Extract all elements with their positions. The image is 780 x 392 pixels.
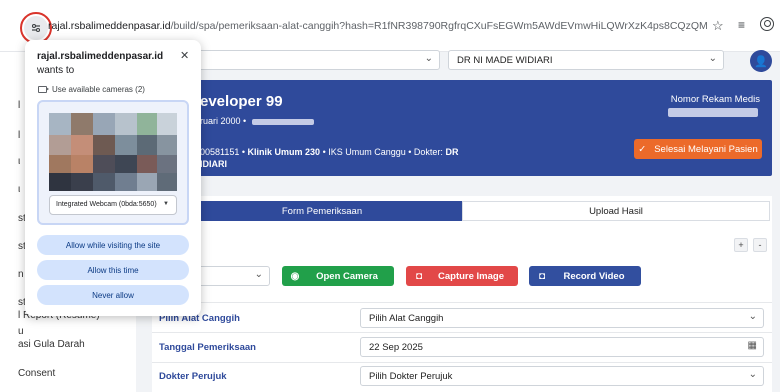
redacted-text [252,118,315,125]
camera-device-value: Integrated Webcam (0bda:5650) [56,201,157,208]
sidebar-item[interactable]: u [18,326,24,337]
zoom-out-button[interactable]: - [753,238,767,252]
field-label-tanggal: Tanggal Pemeriksaan [159,342,256,353]
chevron-down-icon: ⌄ [748,311,757,322]
popup-site: rajal.rsbalimeddenpasar.id [37,51,164,62]
chevron-down-icon: ⌄ [254,269,263,280]
video-camera-icon [38,86,49,93]
patient-banner: eveloper 99 ruari 2000 • 00581151 • Klin… [152,80,772,176]
sidebar-item[interactable]: l [18,100,20,111]
media-controls-icon[interactable]: ≡ [738,18,745,32]
camera-icon: ◘ [415,270,423,282]
divider [152,362,772,363]
sidebar-item[interactable]: l [18,130,20,141]
finish-service-label: Selesai Melayani Pasien [654,143,758,155]
alat-canggih-select[interactable]: Pilih Alat Canggih ⌄ [360,308,764,328]
sidebar-item-consent[interactable]: Consent [18,368,55,379]
camera-icon: ◘ [538,270,546,282]
chevron-down-icon: ⌄ [748,369,757,380]
nrm-label: Nomor Rekam Medis [670,94,760,105]
sidebar-item[interactable]: ι [18,184,20,195]
profile-icon[interactable] [760,17,774,31]
check-icon: ✓ [638,143,647,155]
tab-form-pemeriksaan[interactable]: Form Pemeriksaan [182,201,462,221]
caret-down-icon: ▼ [163,201,169,207]
allow-while-visiting-button[interactable]: Allow while visiting the site [37,235,189,255]
finish-service-button[interactable]: ✓ Selesai Melayani Pasien [634,139,762,159]
close-icon[interactable]: ✕ [180,49,189,62]
user-avatar-button[interactable]: 👤 [750,50,772,72]
chevron-down-icon: ⌄ [708,53,717,64]
field-label-dokter: Dokter Perujuk [159,371,227,382]
sidebar-item[interactable]: n [18,269,24,280]
url-path: /build/spa/pemeriksaan-alat-canggih?hash… [170,20,708,32]
tab-upload-hasil[interactable]: Upload Hasil [462,201,770,221]
camera-device-select[interactable]: Integrated Webcam (0bda:5650) ▼ [49,195,177,215]
sidebar-item[interactable]: ι [18,156,20,167]
tanggal-input[interactable]: 22 Sep 2025 ▦ [360,337,764,357]
never-allow-button[interactable]: Never allow [37,285,189,305]
dokter-perujuk-select[interactable]: Pilih Dokter Perujuk ⌄ [360,366,764,386]
url-field[interactable]: rajal.rsbalimeddenpasar.id/build/spa/pem… [48,20,708,36]
url-host: rajal.rsbalimeddenpasar.id [48,20,171,32]
camera-permission-popup: rajal.rsbalimeddenpasar.id wants to ✕ Us… [25,40,201,316]
patient-dob: ruari 2000 • [200,116,315,126]
tune-icon [31,23,41,33]
camera-permission-text: Use available cameras (2) [52,85,145,94]
allow-this-time-button[interactable]: Allow this time [37,260,189,280]
user-icon: 👤 [754,55,768,68]
doctor-select-value: DR NI MADE WIDIARI [457,55,553,66]
capture-image-button[interactable]: ◘ Capture Image [406,266,518,286]
calendar-icon: ▦ [747,340,757,351]
bookmark-star-icon[interactable]: ☆ [712,18,724,34]
camera-preview: Integrated Webcam (0bda:5650) ▼ [37,100,189,225]
redacted-nrm [668,108,758,117]
divider [152,332,772,333]
popup-wants: wants to [37,65,75,76]
site-info-button[interactable] [24,16,48,40]
patient-name: eveloper 99 [200,93,283,110]
zoom-in-button[interactable]: + [734,238,748,252]
record-video-button[interactable]: ◘ Record Video [529,266,641,286]
chevron-down-icon: ⌄ [424,53,433,64]
sidebar-item-gula-darah[interactable]: asi Gula Darah [18,339,85,350]
camera-preview-video [49,113,177,191]
patient-info: 00581151 • Klinik Umum 230 • IKS Umum Ca… [200,147,459,169]
divider [152,302,772,303]
exam-card: Form Pemeriksaan Upload Hasil + - ⌄ ◉ Op… [152,196,772,392]
doctor-select[interactable]: DR NI MADE WIDIARI ⌄ [448,50,724,70]
eye-icon: ◉ [290,270,300,282]
open-camera-button[interactable]: ◉ Open Camera [282,266,394,286]
